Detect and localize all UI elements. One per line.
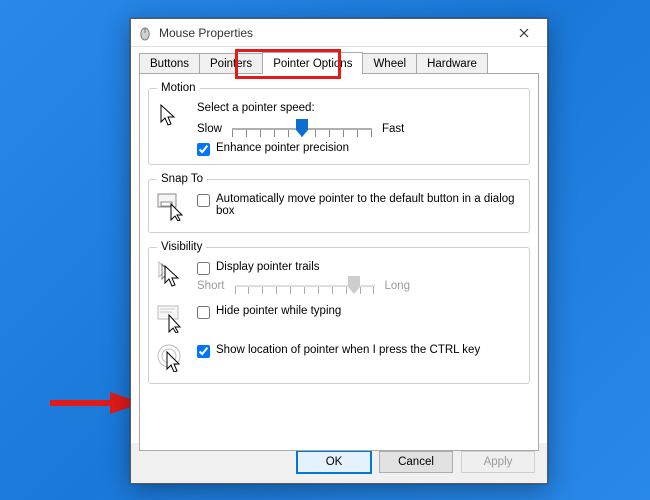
group-motion-legend: Motion (157, 82, 200, 94)
close-button[interactable] (501, 19, 547, 47)
tab-buttons[interactable]: Buttons (139, 53, 200, 74)
window-title: Mouse Properties (159, 26, 501, 40)
annotation-arrow (50, 388, 142, 418)
trails-short-label: Short (197, 280, 225, 292)
ctrl-locate-cursor-icon (157, 344, 189, 375)
tab-pointer-options[interactable]: Pointer Options (262, 52, 363, 74)
group-snapto: Snap To Automatically move pointer to th… (148, 173, 530, 233)
trails-cursor-icon (157, 261, 189, 292)
group-snapto-legend: Snap To (157, 173, 207, 185)
group-motion: Motion Select a pointer speed: Slow (148, 82, 530, 165)
trails-label: Display pointer trails (216, 261, 320, 273)
apply-button: Apply (461, 451, 535, 473)
enhance-precision-checkbox[interactable]: Enhance pointer precision (197, 142, 521, 156)
speed-label: Select a pointer speed: (197, 102, 521, 114)
ctrl-locate-label: Show location of pointer when I press th… (216, 344, 480, 356)
mouse-icon (137, 25, 153, 41)
group-visibility-legend: Visibility (157, 241, 206, 253)
snapto-checkbox[interactable]: Automatically move pointer to the defaul… (197, 193, 521, 217)
trails-checkbox[interactable]: Display pointer trails (197, 261, 521, 275)
hide-pointer-checkbox[interactable]: Hide pointer while typing (197, 305, 521, 319)
cancel-button[interactable]: Cancel (379, 451, 453, 473)
tab-hardware[interactable]: Hardware (416, 53, 488, 74)
tab-wheel[interactable]: Wheel (362, 53, 417, 74)
tab-pointers[interactable]: Pointers (199, 53, 263, 74)
ctrl-locate-checkbox[interactable]: Show location of pointer when I press th… (197, 344, 521, 358)
dialog-window: Mouse Properties Buttons Pointers Pointe… (130, 18, 548, 484)
hide-pointer-label: Hide pointer while typing (216, 305, 341, 317)
snapto-label: Automatically move pointer to the defaul… (216, 193, 521, 217)
titlebar: Mouse Properties (131, 19, 547, 47)
trails-slider (235, 277, 375, 295)
group-visibility: Visibility Display pointer trails (148, 241, 530, 384)
snapto-cursor-icon (157, 193, 189, 224)
tabstrip: Buttons Pointers Pointer Options Wheel H… (131, 47, 547, 74)
motion-cursor-icon (157, 102, 189, 133)
ok-button[interactable]: OK (297, 451, 371, 473)
trails-long-label: Long (385, 280, 411, 292)
speed-fast-label: Fast (382, 123, 404, 135)
speed-slider[interactable] (232, 120, 372, 138)
hide-cursor-icon (157, 305, 189, 336)
enhance-precision-label: Enhance pointer precision (216, 142, 349, 154)
tab-body: Motion Select a pointer speed: Slow (139, 73, 539, 451)
speed-slow-label: Slow (197, 123, 222, 135)
